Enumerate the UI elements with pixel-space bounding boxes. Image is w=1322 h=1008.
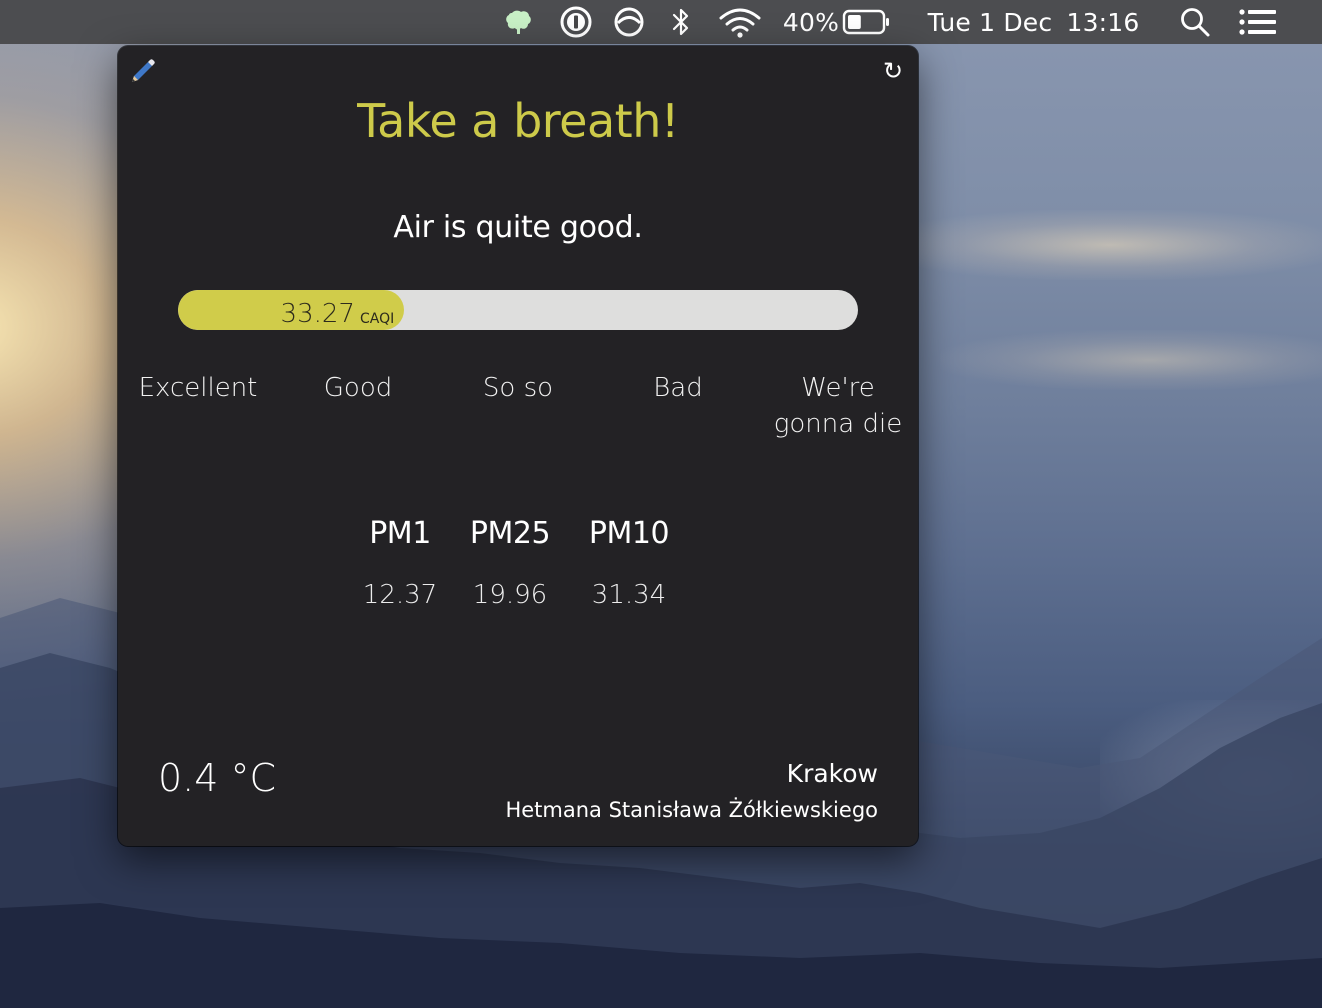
station-location: Krakow Hetmana Stanisława Żółkiewskiego xyxy=(505,758,878,824)
battery-icon[interactable] xyxy=(840,0,894,44)
location-street: Hetmana Stanisława Żółkiewskiego xyxy=(505,798,878,822)
battery-percentage: 40% xyxy=(782,7,840,37)
particulate-column-pm10: PM10 31.34 xyxy=(569,516,689,610)
cloud-band xyxy=(880,210,1322,280)
bluetooth-icon[interactable] xyxy=(666,0,696,44)
particulate-value: 31.34 xyxy=(591,580,667,610)
search-icon[interactable] xyxy=(1176,0,1214,44)
menubar-date: Tue 1 Dec xyxy=(927,7,1053,37)
particulate-column-pm1: PM1 12.37 xyxy=(340,516,460,610)
menubar-time: 13:16 xyxy=(1066,7,1140,37)
leaf-cloud-icon[interactable] xyxy=(500,0,536,44)
half-circle-icon[interactable] xyxy=(610,0,648,44)
cloud-band xyxy=(940,330,1322,390)
particulate-value: 19.96 xyxy=(472,580,548,610)
wifi-icon[interactable] xyxy=(716,0,764,44)
caqi-progress-bar: 33.27 CAQI xyxy=(178,290,858,330)
refresh-icon[interactable]: ↻ xyxy=(878,56,908,86)
particulate-column-pm25: PM25 19.96 xyxy=(450,516,570,610)
scale-label-so-so: So so xyxy=(482,373,554,403)
pencil-icon[interactable] xyxy=(128,58,156,86)
air-quality-scale: Excellent Good So so Bad We're gonna die xyxy=(118,370,918,450)
scale-label-good: Good xyxy=(323,373,393,403)
particulate-value: 12.37 xyxy=(362,580,438,610)
list-icon[interactable] xyxy=(1236,0,1280,44)
caqi-value-label: 33.27 CAQI xyxy=(178,290,404,330)
air-quality-status: Air is quite good. xyxy=(393,210,643,245)
location-city: Krakow xyxy=(786,759,878,788)
particulate-name: PM25 xyxy=(469,516,551,551)
menu-bar: 40% Tue 1 Dec 13:16 xyxy=(0,0,1322,44)
caqi-unit: CAQI xyxy=(359,311,395,327)
particulate-name: PM10 xyxy=(588,516,670,551)
scale-label-gonna-die: We're gonna die xyxy=(773,373,903,439)
battery-level-fill xyxy=(848,15,861,29)
particulate-name: PM1 xyxy=(369,516,431,551)
caqi-value: 33.27 xyxy=(280,299,355,329)
air-quality-widget: ↻ Take a breath! Air is quite good. 33.2… xyxy=(118,46,918,846)
onepassword-icon[interactable] xyxy=(557,0,595,44)
page-title: Take a breath! xyxy=(357,94,679,148)
temperature-readout: 0.4 °C xyxy=(158,756,277,800)
scale-label-bad: Bad xyxy=(653,373,703,403)
scale-label-excellent: Excellent xyxy=(138,373,258,403)
